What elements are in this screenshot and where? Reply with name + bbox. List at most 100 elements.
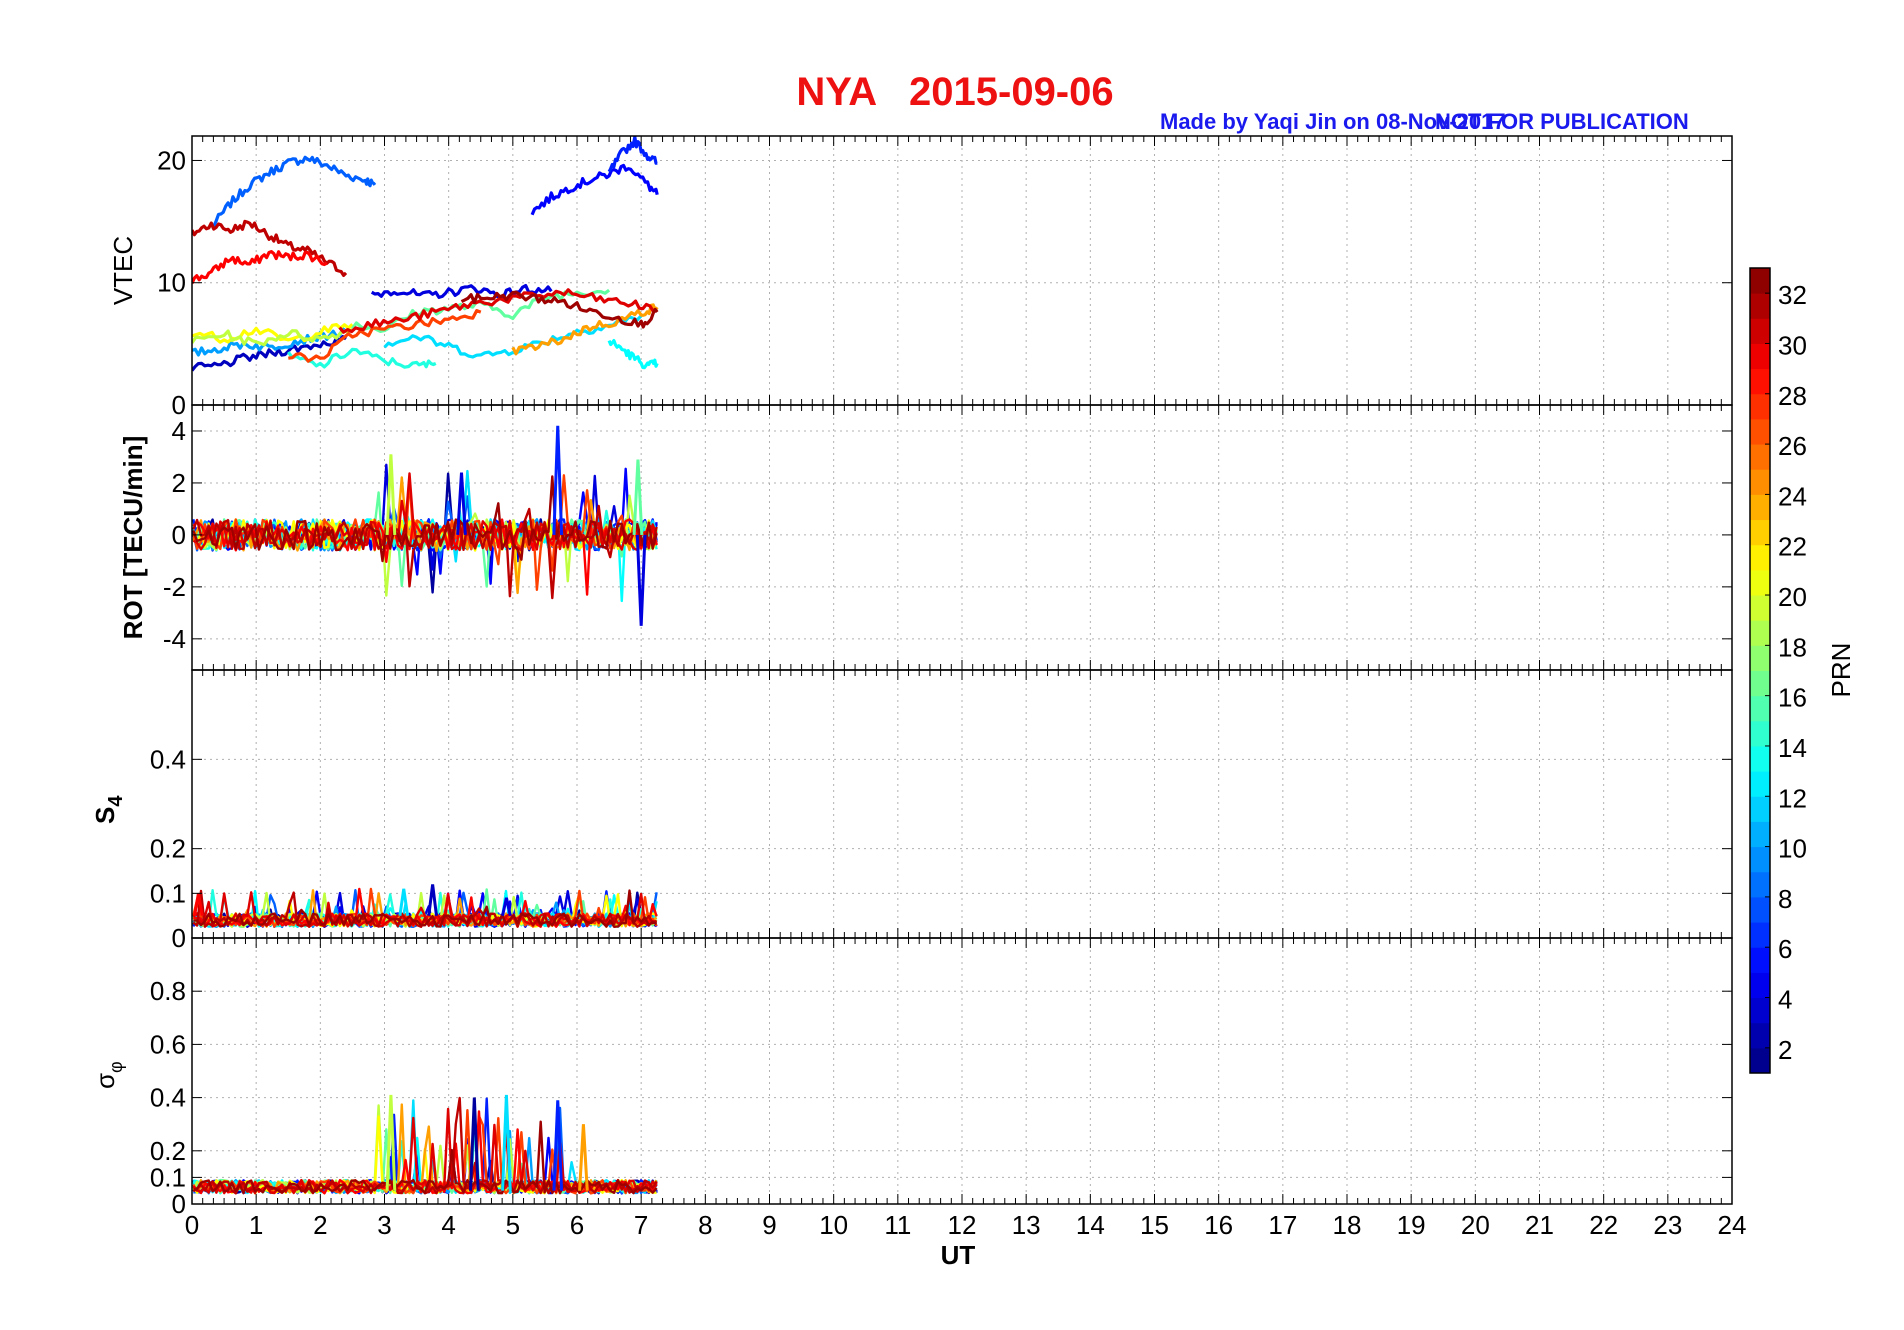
panel-rot: -4 -2 0 2 4 ROT [TECU/min] bbox=[118, 404, 1733, 671]
colorbar-band bbox=[1750, 720, 1770, 747]
y-tick-label: 0 bbox=[172, 520, 186, 550]
colorbar-label: PRN bbox=[1826, 643, 1856, 698]
colorbar-band bbox=[1750, 871, 1770, 898]
colorbar: 2468101214161820222426283032PRN bbox=[1749, 267, 1856, 1074]
x-axis-label: UT bbox=[941, 1240, 976, 1270]
publication-notice: NOT FOR PUBLICATION bbox=[1435, 109, 1689, 134]
x-tick-label: 9 bbox=[762, 1210, 776, 1240]
y-tick-label: 2 bbox=[172, 468, 186, 498]
x-tick-label: 16 bbox=[1204, 1210, 1233, 1240]
panel-s4: 0 0.1 0.2 0.4 S4 bbox=[90, 669, 1733, 953]
colorbar-band bbox=[1750, 947, 1770, 973]
colorbar-band bbox=[1750, 469, 1770, 495]
y-tick-label: 10 bbox=[157, 268, 186, 298]
colorbar-band bbox=[1750, 745, 1770, 772]
y-tick-label: 0 bbox=[172, 923, 186, 953]
colorbar-band bbox=[1750, 393, 1770, 420]
series-prn-13 bbox=[607, 339, 659, 370]
x-tick-label: 7 bbox=[634, 1210, 648, 1240]
x-tick-label: 15 bbox=[1140, 1210, 1169, 1240]
panel-vtec: 01020VTEC bbox=[108, 135, 1733, 420]
colorbar-band bbox=[1750, 343, 1770, 370]
colorbar-tick-label: 24 bbox=[1778, 481, 1807, 511]
colorbar-band bbox=[1750, 972, 1770, 999]
colorbar-tick-label: 18 bbox=[1778, 632, 1807, 662]
colorbar-tick-label: 2 bbox=[1778, 1035, 1792, 1065]
colorbar-tick-label: 30 bbox=[1778, 330, 1807, 360]
colorbar-tick-label: 20 bbox=[1778, 582, 1807, 612]
colorbar-band bbox=[1750, 368, 1770, 395]
colorbar-band bbox=[1750, 997, 1770, 1024]
grid bbox=[192, 670, 1732, 938]
y-tick-label: 0.1 bbox=[150, 1162, 186, 1192]
panel-sigma-phi: 00.10.20.40.60.8σφ0 1 2 3 4 5 6 7 8 9 10 11 12 13 14 15… bbox=[90, 937, 1747, 1270]
colorbar-tick-label: 26 bbox=[1778, 431, 1807, 461]
colorbar-tick-label: 22 bbox=[1778, 532, 1807, 562]
y-tick-label: 0.2 bbox=[150, 834, 186, 864]
colorbar-band bbox=[1750, 695, 1770, 722]
x-tick-label: 14 bbox=[1076, 1210, 1105, 1240]
colorbar-tick-label: 32 bbox=[1778, 280, 1807, 310]
colorbar-band bbox=[1750, 444, 1770, 470]
chart-title: NYA 2015-09-06 bbox=[796, 70, 1113, 114]
colorbar-band bbox=[1750, 544, 1770, 571]
colorbar-band bbox=[1750, 620, 1770, 646]
x-tick-label: 18 bbox=[1333, 1210, 1362, 1240]
colorbar-band bbox=[1750, 771, 1770, 797]
y-tick-label: 0.2 bbox=[150, 1136, 186, 1166]
x-tick-label: 13 bbox=[1012, 1210, 1041, 1240]
x-tick-label: 5 bbox=[506, 1210, 520, 1240]
series-group bbox=[192, 884, 658, 928]
x-tick-label: 24 bbox=[1718, 1210, 1747, 1240]
series-group bbox=[192, 1094, 658, 1195]
colorbar-band bbox=[1750, 821, 1770, 848]
y-axis-label: S4 bbox=[90, 795, 127, 824]
x-tick-label: 19 bbox=[1397, 1210, 1426, 1240]
x-tick-label: 12 bbox=[948, 1210, 977, 1240]
colorbar-tick-label: 12 bbox=[1778, 783, 1807, 813]
colorbar-band bbox=[1750, 494, 1770, 521]
colorbar-band bbox=[1750, 519, 1770, 546]
colorbar-tick-label: 6 bbox=[1778, 934, 1792, 964]
x-tick-label: 20 bbox=[1461, 1210, 1490, 1240]
colorbar-tick-label: 28 bbox=[1778, 381, 1807, 411]
y-axis-label: VTEC bbox=[108, 236, 138, 305]
colorbar-band bbox=[1750, 922, 1770, 948]
x-tick-label: 11 bbox=[884, 1210, 911, 1240]
colorbar-band bbox=[1750, 896, 1770, 923]
colorbar-band bbox=[1750, 846, 1770, 873]
colorbar-band bbox=[1750, 1022, 1770, 1049]
colorbar-band bbox=[1750, 670, 1770, 697]
x-tick-label: 4 bbox=[441, 1210, 455, 1240]
x-tick-label: 3 bbox=[377, 1210, 391, 1240]
x-tick-label: 2 bbox=[313, 1210, 327, 1240]
x-tick-label: 17 bbox=[1268, 1210, 1297, 1240]
x-tick-label: 23 bbox=[1653, 1210, 1682, 1240]
colorbar-tick-label: 10 bbox=[1778, 834, 1807, 864]
x-tick-label: 1 bbox=[249, 1210, 263, 1240]
y-tick-label: -2 bbox=[163, 572, 186, 602]
panels: 01020VTEC-4-2024ROT [TECU/min]00.10.20.4… bbox=[90, 135, 1747, 1270]
colorbar-band bbox=[1750, 796, 1770, 822]
series-prn-5 bbox=[530, 163, 659, 216]
y-tick-label: -4 bbox=[163, 624, 186, 654]
colorbar-band bbox=[1750, 268, 1770, 294]
colorbar-band bbox=[1750, 595, 1770, 621]
spike-prn-3 bbox=[427, 884, 438, 916]
colorbar-band bbox=[1750, 645, 1770, 671]
y-tick-label: 4 bbox=[172, 416, 186, 446]
colorbar-tick-label: 8 bbox=[1778, 884, 1792, 914]
x-tick-label: 8 bbox=[698, 1210, 712, 1240]
y-tick-label: 0.4 bbox=[150, 744, 186, 774]
y-tick-label: 0.4 bbox=[150, 1083, 186, 1113]
colorbar-band bbox=[1750, 569, 1770, 596]
spike-prn-6 bbox=[552, 425, 564, 535]
series-prn-8 bbox=[210, 155, 377, 229]
series-group bbox=[192, 136, 659, 372]
series-prn-29 bbox=[192, 250, 328, 285]
x-tick-label: 6 bbox=[570, 1210, 584, 1240]
colorbar-tick-label: 4 bbox=[1778, 985, 1792, 1015]
colorbar-tick-label: 14 bbox=[1778, 733, 1807, 763]
y-tick-label: 0.6 bbox=[150, 1029, 186, 1059]
y-tick-label: 0.1 bbox=[150, 878, 186, 908]
